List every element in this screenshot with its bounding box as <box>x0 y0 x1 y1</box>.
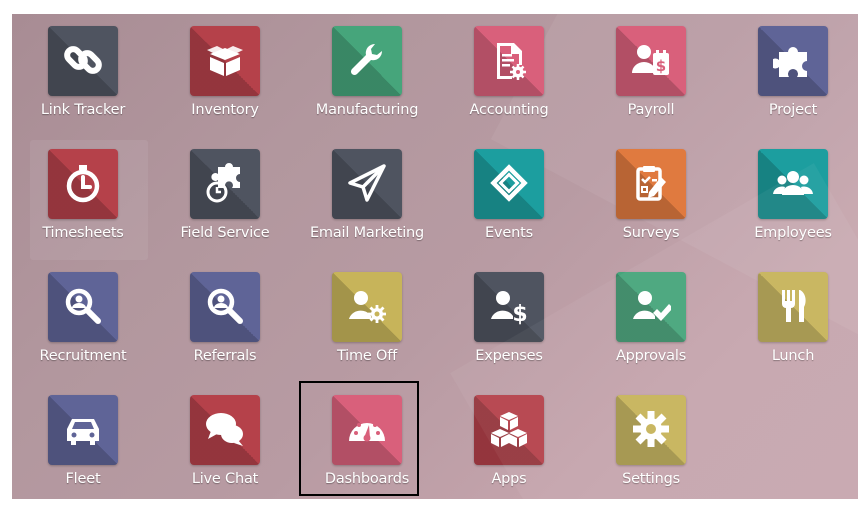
app-project[interactable]: Project <box>722 14 858 128</box>
app-settings[interactable]: Settings <box>580 383 722 497</box>
app-lunch[interactable]: Lunch <box>722 260 858 374</box>
app-tile-settings[interactable] <box>616 395 686 465</box>
app-tile-inventory[interactable] <box>190 26 260 96</box>
app-label[interactable]: Expenses <box>438 348 580 364</box>
app-label[interactable]: Email Marketing <box>296 225 438 241</box>
app-label[interactable]: Timesheets <box>12 225 154 241</box>
app-tile-approvals[interactable] <box>616 272 686 342</box>
user-gear-icon <box>349 291 386 323</box>
puzzle-clock-icon <box>206 163 240 203</box>
fork-knife-icon <box>782 290 806 322</box>
app-time-off[interactable]: Time Off <box>296 260 438 374</box>
app-accounting[interactable]: Accounting <box>438 14 580 128</box>
paper-plane-icon <box>348 164 386 202</box>
app-label[interactable]: Link Tracker <box>12 102 154 118</box>
app-label[interactable]: Surveys <box>580 225 722 241</box>
app-tile-employees[interactable] <box>758 149 828 219</box>
app-approvals[interactable]: Approvals <box>580 260 722 374</box>
users-icon <box>773 171 813 195</box>
app-employees[interactable]: Employees <box>722 137 858 251</box>
app-tile-payroll[interactable]: $ <box>616 26 686 96</box>
app-manufacturing[interactable]: Manufacturing <box>296 14 438 128</box>
app-tile-link-tracker[interactable] <box>48 26 118 96</box>
app-tile-referrals[interactable] <box>190 272 260 342</box>
app-label[interactable]: Fleet <box>12 471 154 487</box>
ticket-icon <box>490 164 528 202</box>
app-label[interactable]: Manufacturing <box>296 102 438 118</box>
app-tile-surveys[interactable] <box>616 149 686 219</box>
app-label[interactable]: Recruitment <box>12 348 154 364</box>
magnifier-icon <box>65 288 101 324</box>
box-icon <box>207 46 243 76</box>
app-tile-events[interactable] <box>474 149 544 219</box>
puzzle-icon <box>773 47 807 77</box>
app-events[interactable]: Events <box>438 137 580 251</box>
car-icon <box>67 419 99 445</box>
app-label[interactable]: Approvals <box>580 348 722 364</box>
app-field-service[interactable]: Field Service <box>154 137 296 251</box>
home-menu-background: Link Tracker Inventory Manufacturing Accoun… <box>12 14 858 499</box>
app-tile-timesheets[interactable] <box>48 149 118 219</box>
link-icon <box>64 46 102 74</box>
app-tile-recruitment[interactable] <box>48 272 118 342</box>
clipboard-check-icon <box>636 166 666 201</box>
svg-text:$: $ <box>512 302 527 326</box>
app-label[interactable]: Settings <box>580 471 722 487</box>
app-grid: Link Tracker Inventory Manufacturing Accoun… <box>12 14 858 499</box>
app-tile-expenses[interactable]: $ <box>474 272 544 342</box>
app-label[interactable]: Events <box>438 225 580 241</box>
app-label[interactable]: Employees <box>722 225 858 241</box>
app-inventory[interactable]: Inventory <box>154 14 296 128</box>
wrench-icon <box>350 43 383 76</box>
app-payroll[interactable]: $ Payroll <box>580 14 722 128</box>
chat-bubbles-icon <box>206 413 243 446</box>
app-timesheets[interactable]: Timesheets <box>12 137 154 251</box>
magnifier-icon <box>207 288 243 324</box>
app-recruitment[interactable]: Recruitment <box>12 260 154 374</box>
app-expenses[interactable]: $ Expenses <box>438 260 580 374</box>
app-label[interactable]: Live Chat <box>154 471 296 487</box>
app-label[interactable]: Inventory <box>154 102 296 118</box>
app-tile-live-chat[interactable] <box>190 395 260 465</box>
app-label[interactable]: Field Service <box>154 225 296 241</box>
app-email-marketing[interactable]: Email Marketing <box>296 137 438 251</box>
app-label[interactable]: Referrals <box>154 348 296 364</box>
app-live-chat[interactable]: Live Chat <box>154 383 296 497</box>
app-referrals[interactable]: Referrals <box>154 260 296 374</box>
app-link-tracker[interactable]: Link Tracker <box>12 14 154 128</box>
app-tile-accounting[interactable] <box>474 26 544 96</box>
app-surveys[interactable]: Surveys <box>580 137 722 251</box>
app-apps[interactable]: Apps <box>438 383 580 497</box>
app-label[interactable]: Payroll <box>580 102 722 118</box>
app-tile-fleet[interactable] <box>48 395 118 465</box>
app-fleet[interactable]: Fleet <box>12 383 154 497</box>
user-check-icon <box>633 291 671 321</box>
app-tile-project[interactable] <box>758 26 828 96</box>
invoice-gear-icon <box>497 43 526 80</box>
selected-app-outline <box>299 381 419 496</box>
app-label[interactable]: Accounting <box>438 102 580 118</box>
app-tile-email-marketing[interactable] <box>332 149 402 219</box>
svg-text:$: $ <box>656 57 666 75</box>
app-label[interactable]: Apps <box>438 471 580 487</box>
stopwatch-icon <box>66 165 100 203</box>
app-tile-apps[interactable] <box>474 395 544 465</box>
app-tile-time-off[interactable] <box>332 272 402 342</box>
cubes-icon <box>491 412 527 447</box>
user-invoice-icon: $ <box>632 45 669 75</box>
app-tile-manufacturing[interactable] <box>332 26 402 96</box>
app-label[interactable]: Lunch <box>722 348 858 364</box>
gear-icon <box>633 411 669 447</box>
app-tile-field-service[interactable] <box>190 149 260 219</box>
app-tile-lunch[interactable] <box>758 272 828 342</box>
user-dollar-icon: $ <box>491 291 528 326</box>
app-label[interactable]: Project <box>722 102 858 118</box>
app-label[interactable]: Time Off <box>296 348 438 364</box>
